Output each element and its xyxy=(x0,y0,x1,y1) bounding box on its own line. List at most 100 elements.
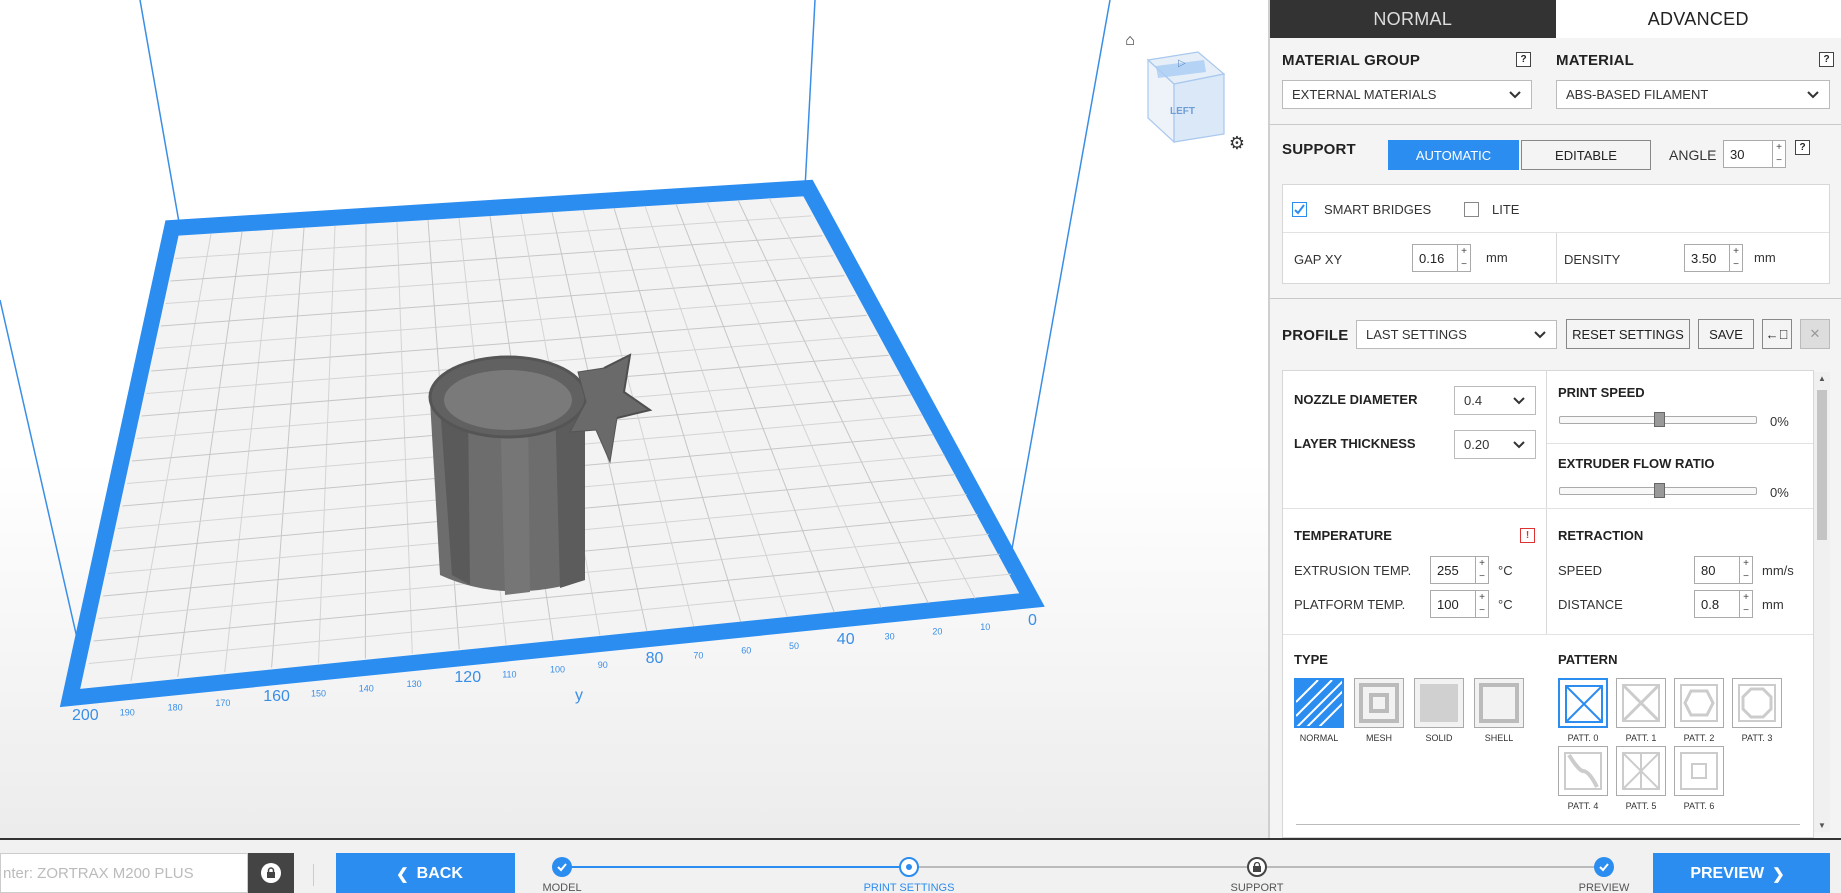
minus-icon[interactable]: − xyxy=(1773,154,1785,167)
export-icon[interactable]: ←⃙ xyxy=(1762,319,1792,349)
scroll-up-icon[interactable]: ▲ xyxy=(1817,374,1827,383)
help-icon[interactable]: ? xyxy=(1819,52,1834,67)
minus-icon[interactable]: − xyxy=(1740,604,1752,617)
retraction-speed-stepper[interactable]: + − xyxy=(1740,556,1753,584)
view-cube[interactable]: ▷ LEFT xyxy=(1140,44,1230,144)
support-editable-button[interactable]: EDITABLE xyxy=(1521,140,1651,170)
angle-input[interactable]: 30 xyxy=(1723,140,1773,168)
step-print-settings[interactable] xyxy=(899,857,919,877)
axis-tick-label: 30 xyxy=(885,631,895,641)
minus-icon[interactable]: − xyxy=(1476,570,1488,583)
retraction-speed-label: SPEED xyxy=(1558,563,1603,578)
tab-normal[interactable]: NORMAL xyxy=(1270,0,1556,38)
plus-icon[interactable]: + xyxy=(1476,591,1488,604)
axis-tick-label: 60 xyxy=(741,646,751,656)
retraction-distance-unit: mm xyxy=(1762,597,1784,612)
preview-button[interactable]: PREVIEW ❯ xyxy=(1653,853,1830,893)
tab-advanced[interactable]: ADVANCED xyxy=(1555,0,1841,38)
plus-icon[interactable]: + xyxy=(1458,245,1470,258)
pattern-icon xyxy=(1564,752,1602,790)
printer-name-field[interactable]: nter: ZORTRAX M200 PLUS xyxy=(0,853,248,893)
infill-type-caption: SOLID xyxy=(1425,733,1453,743)
divider xyxy=(1556,233,1557,283)
step-model[interactable] xyxy=(552,857,572,877)
nozzle-diameter-label: NOZZLE DIAMETER xyxy=(1294,392,1418,407)
build-scene[interactable]: 200 190 180 170 160 150 140 130 120 110 100 90 80 70 6… xyxy=(0,0,1268,838)
pattern-icon xyxy=(1622,752,1660,790)
infill-type-normal[interactable] xyxy=(1294,678,1345,729)
pattern-tile-5[interactable] xyxy=(1616,746,1666,796)
back-button[interactable]: ❮ BACK xyxy=(336,853,515,893)
profile-select[interactable]: LAST SETTINGS xyxy=(1356,320,1557,349)
temp-unit: °C xyxy=(1498,563,1513,578)
temp-unit: °C xyxy=(1498,597,1513,612)
axis-name: y xyxy=(575,687,583,704)
minus-icon[interactable]: − xyxy=(1730,258,1742,271)
scroll-down-icon[interactable]: ▼ xyxy=(1817,821,1827,830)
pattern-tile-2[interactable] xyxy=(1674,678,1724,728)
plus-icon[interactable]: + xyxy=(1730,245,1742,258)
print-speed-slider[interactable] xyxy=(1559,412,1757,427)
extrusion-temp-input[interactable]: 255 xyxy=(1430,556,1476,584)
pattern-tile-6[interactable] xyxy=(1674,746,1724,796)
material-group-select[interactable]: EXTERNAL MATERIALS xyxy=(1282,80,1532,109)
minus-icon[interactable]: − xyxy=(1740,570,1752,583)
extruder-flow-slider[interactable] xyxy=(1559,483,1757,498)
infill-type-solid[interactable] xyxy=(1414,678,1464,728)
retraction-distance-stepper[interactable]: + − xyxy=(1740,590,1753,618)
platform-temp-input[interactable]: 100 xyxy=(1430,590,1476,618)
pattern-caption: PATT. 6 xyxy=(1683,801,1715,811)
layer-thickness-select[interactable]: 0.20 xyxy=(1454,430,1536,459)
3d-viewport[interactable]: 200 190 180 170 160 150 140 130 120 110 100 90 80 70 6… xyxy=(0,0,1268,838)
minus-icon[interactable]: − xyxy=(1476,604,1488,617)
slider-handle[interactable] xyxy=(1653,483,1665,498)
gap-xy-input[interactable]: 0.16 xyxy=(1412,244,1458,272)
axis-tick-label: 150 xyxy=(311,688,326,698)
warning-icon[interactable]: ! xyxy=(1520,528,1535,543)
step-label: SUPPORT xyxy=(1230,882,1284,893)
extruder-flow-value: 0% xyxy=(1770,485,1789,500)
support-automatic-button[interactable]: AUTOMATIC xyxy=(1388,140,1519,170)
pattern-tile-0[interactable] xyxy=(1558,678,1608,728)
step-support[interactable] xyxy=(1247,857,1267,877)
platform-temp-stepper[interactable]: + − xyxy=(1476,590,1489,618)
scroll-thumb[interactable] xyxy=(1817,390,1827,540)
gear-icon[interactable]: ⚙ xyxy=(1226,132,1248,154)
density-input[interactable]: 3.50 xyxy=(1684,244,1730,272)
slider-handle[interactable] xyxy=(1653,412,1665,427)
plus-icon[interactable]: + xyxy=(1476,557,1488,570)
gap-xy-unit: mm xyxy=(1486,250,1508,265)
infill-type-shell[interactable] xyxy=(1474,678,1524,728)
angle-stepper[interactable]: + − xyxy=(1773,140,1786,168)
help-icon[interactable]: ? xyxy=(1795,140,1810,155)
minus-icon[interactable]: − xyxy=(1458,258,1470,271)
pattern-tile-4[interactable] xyxy=(1558,746,1608,796)
home-icon[interactable]: ⌂ xyxy=(1120,32,1140,50)
help-icon[interactable]: ? xyxy=(1516,52,1531,67)
plus-icon[interactable]: + xyxy=(1740,557,1752,570)
retraction-speed-input[interactable]: 80 xyxy=(1694,556,1740,584)
extrusion-temp-label: EXTRUSION TEMP. xyxy=(1294,563,1412,578)
save-button[interactable]: SAVE xyxy=(1698,319,1754,349)
material-select[interactable]: ABS-BASED FILAMENT xyxy=(1556,80,1830,109)
reset-settings-button[interactable]: RESET SETTINGS xyxy=(1566,319,1690,349)
infill-type-mesh[interactable] xyxy=(1354,678,1404,728)
extrusion-temp-stepper[interactable]: + − xyxy=(1476,556,1489,584)
step-label: PRINT SETTINGS xyxy=(863,882,955,893)
lock-button[interactable] xyxy=(248,853,294,893)
support-label: SUPPORT xyxy=(1282,141,1356,158)
plus-icon[interactable]: + xyxy=(1740,591,1752,604)
scrollbar[interactable]: ▲ ▼ xyxy=(1814,372,1830,832)
step-preview[interactable] xyxy=(1594,857,1614,877)
layer-thickness-label: LAYER THICKNESS xyxy=(1294,436,1416,451)
smart-bridges-checkbox[interactable] xyxy=(1292,202,1307,217)
pattern-tile-3[interactable] xyxy=(1732,678,1782,728)
lite-checkbox[interactable] xyxy=(1464,202,1479,217)
retraction-distance-input[interactable]: 0.8 xyxy=(1694,590,1740,618)
gap-xy-stepper[interactable]: + − xyxy=(1458,244,1471,272)
close-icon[interactable]: ✕ xyxy=(1800,319,1830,349)
plus-icon[interactable]: + xyxy=(1773,141,1785,154)
pattern-tile-1[interactable] xyxy=(1616,678,1666,728)
density-stepper[interactable]: + − xyxy=(1730,244,1743,272)
nozzle-diameter-select[interactable]: 0.4 xyxy=(1454,386,1536,415)
